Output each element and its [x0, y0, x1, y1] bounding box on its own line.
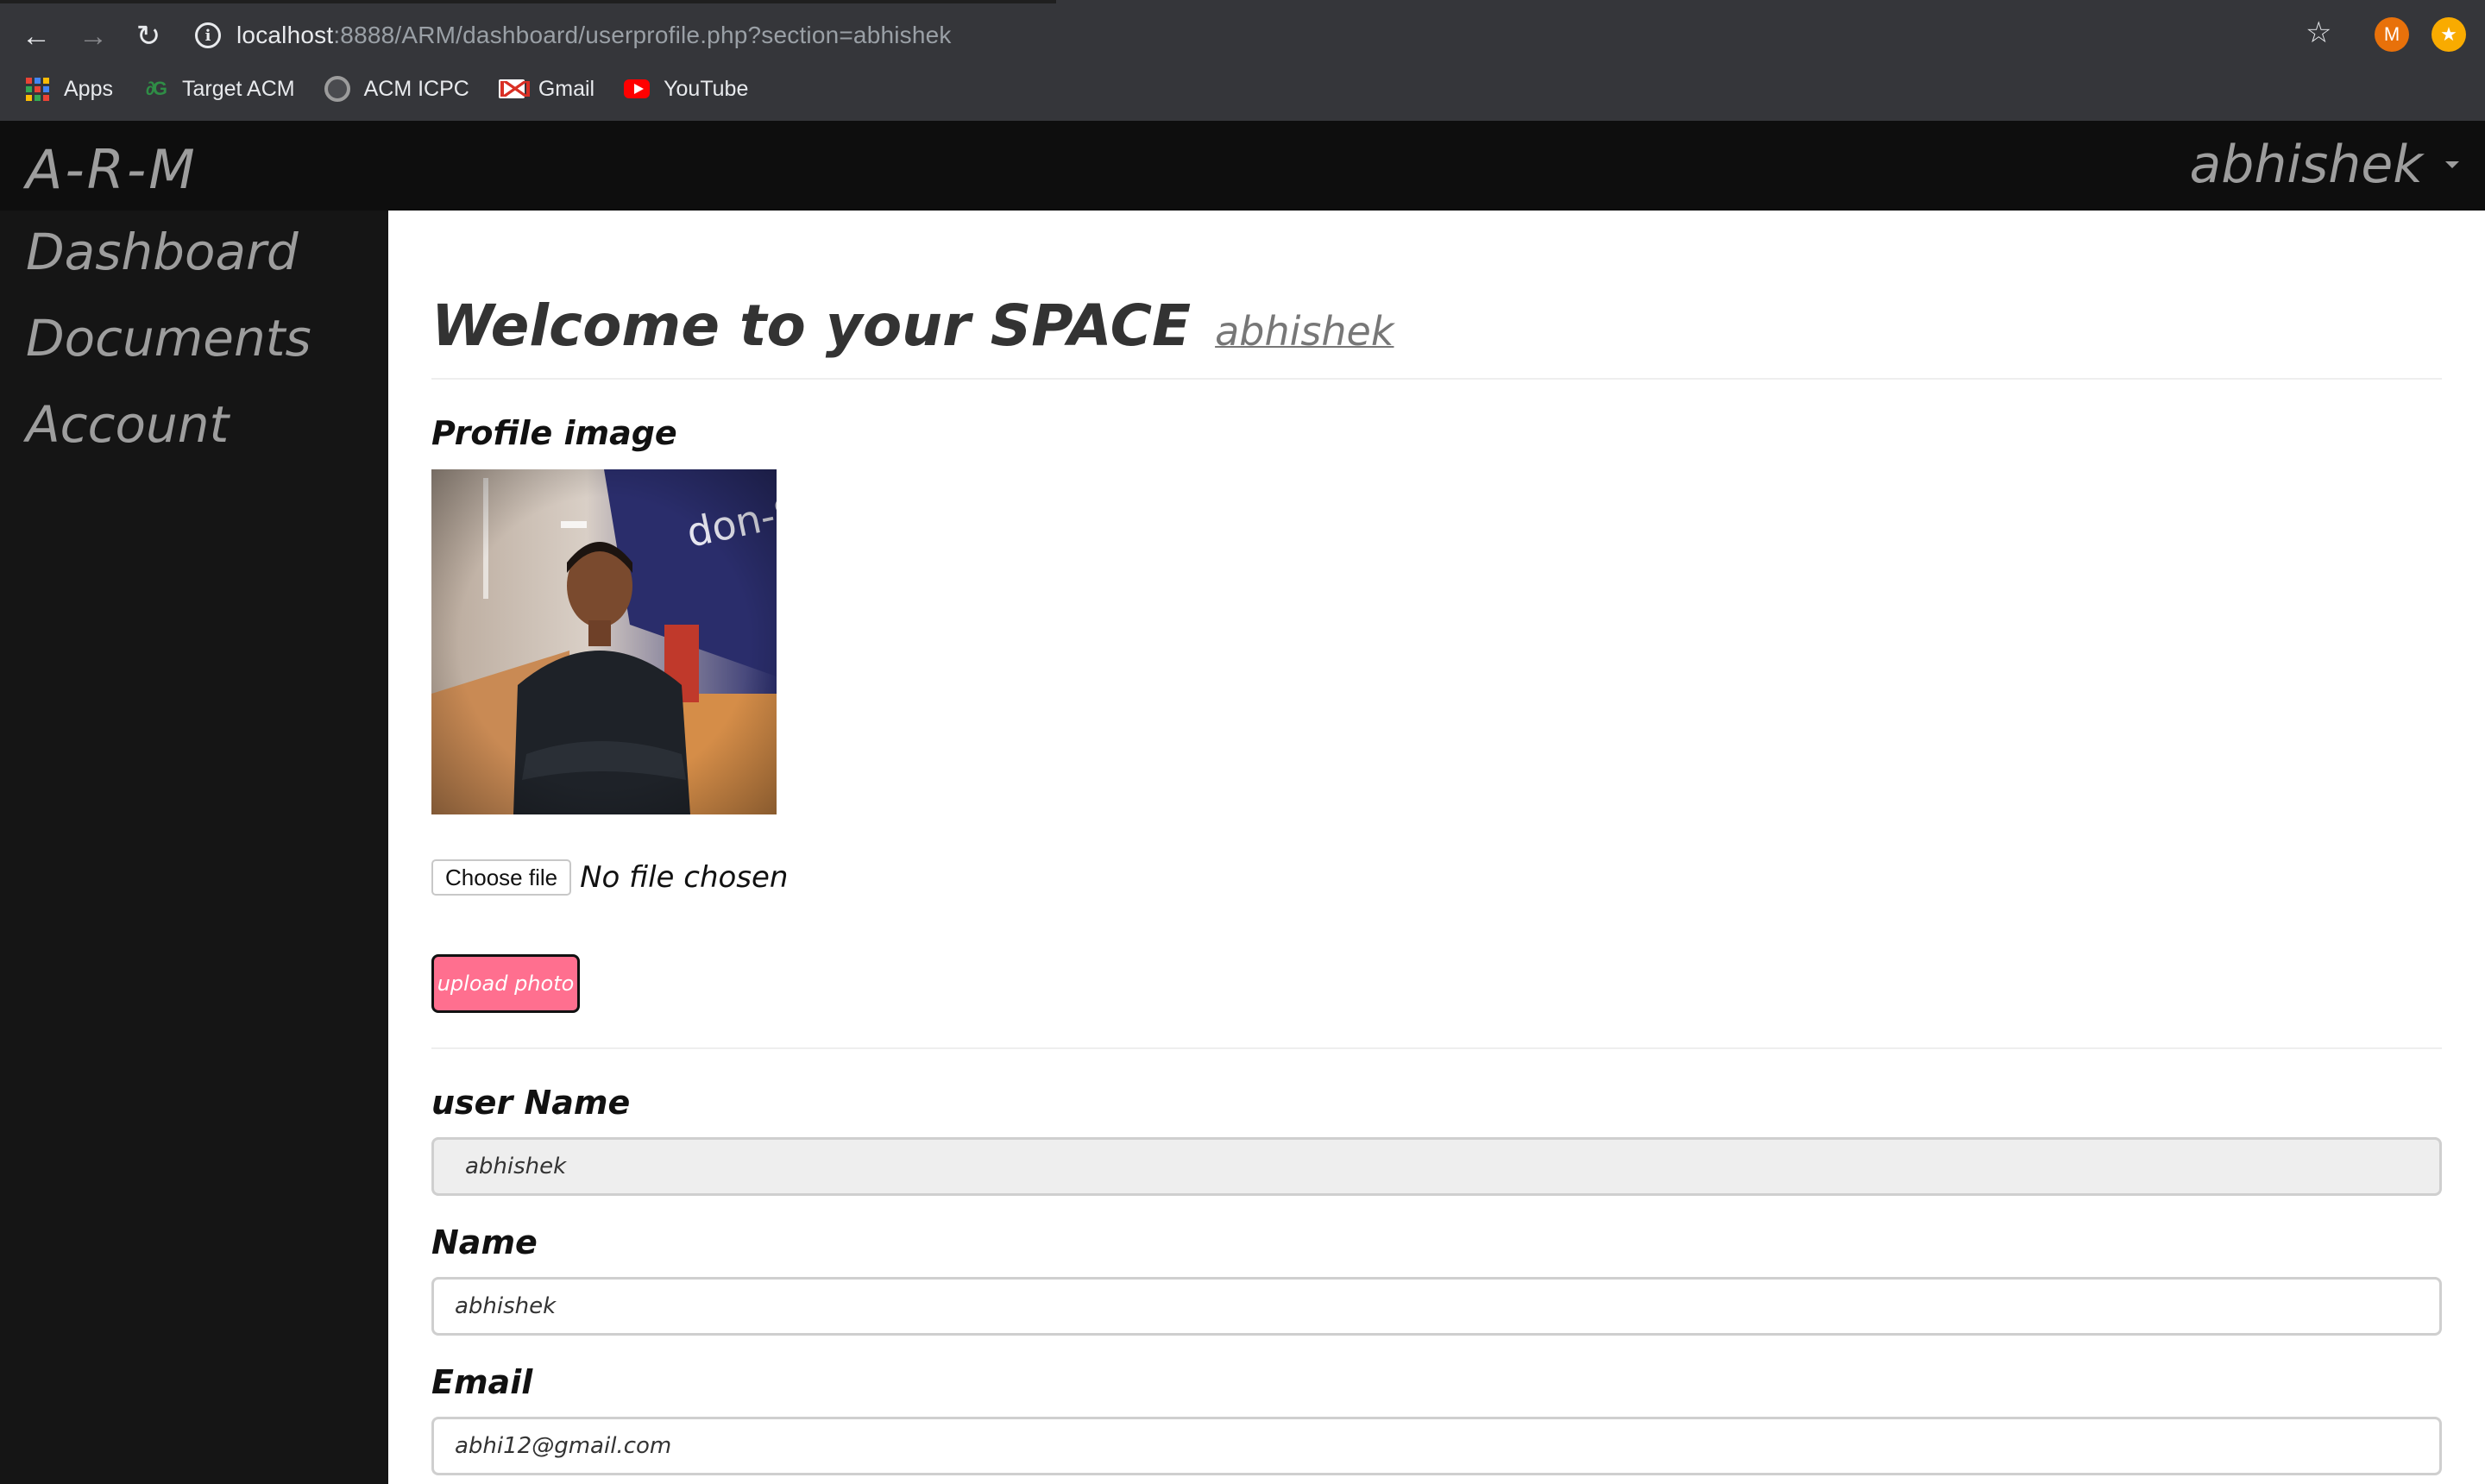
- github-icon: [324, 76, 350, 102]
- sidebar-item-account[interactable]: Account: [26, 395, 229, 454]
- sidebar-item-dashboard[interactable]: Dashboard: [26, 223, 299, 281]
- profile-avatar[interactable]: M: [2375, 17, 2409, 52]
- main-content: Welcome to your SPACE abhishek Profile i…: [388, 211, 2485, 1484]
- extension-icon[interactable]: ★: [2432, 17, 2466, 52]
- brand-logo[interactable]: A-R-M: [26, 138, 198, 201]
- upload-photo-button[interactable]: upload photo: [431, 954, 580, 1013]
- bookmark-target-acm[interactable]: ∂G Target ACM: [142, 76, 295, 102]
- youtube-icon: [624, 76, 651, 102]
- apps-grid-icon: [24, 76, 50, 102]
- user-menu-dropdown[interactable]: abhishek: [2189, 135, 2459, 195]
- email-label: Email: [431, 1363, 533, 1401]
- bookmark-acm-icpc[interactable]: ACM ICPC: [324, 76, 469, 102]
- sidebar-item-documents[interactable]: Documents: [26, 309, 311, 368]
- bookmark-gmail[interactable]: Gmail: [498, 76, 595, 102]
- info-icon[interactable]: i: [195, 22, 221, 48]
- username-field[interactable]: abhishek: [431, 1137, 2442, 1196]
- app-navbar: A-R-M abhishek: [0, 121, 2485, 211]
- bookmark-label: Apps: [64, 76, 113, 101]
- choose-file-button[interactable]: Choose file: [431, 859, 572, 896]
- bookmark-label: ACM ICPC: [363, 76, 469, 101]
- file-input-row: Choose file No file chosen: [431, 859, 788, 896]
- file-status-text: No file chosen: [580, 860, 789, 895]
- divider: [431, 1047, 2442, 1049]
- bookmark-youtube[interactable]: YouTube: [624, 76, 748, 102]
- gmail-icon: [498, 76, 530, 102]
- sidebar: Dashboard Documents Account: [0, 211, 388, 1484]
- caret-down-icon: [2445, 161, 2459, 168]
- browser-toolbar: ← → ↻ i localhost:8888/ARM/dashboard/use…: [0, 0, 2485, 121]
- email-field[interactable]: abhi12@gmail.com: [431, 1417, 2442, 1475]
- back-arrow-icon[interactable]: ←: [19, 19, 53, 53]
- bookmark-label: Gmail: [538, 76, 595, 101]
- username-label: user Name: [431, 1084, 631, 1122]
- forward-arrow-icon[interactable]: →: [76, 19, 110, 53]
- bookmark-label: YouTube: [664, 76, 749, 101]
- page-title-text: Welcome to your SPACE: [431, 292, 1192, 359]
- profile-image: don-Sna: [431, 469, 777, 814]
- geeksforgeeks-icon: ∂G: [145, 78, 167, 99]
- page-title-user: abhishek: [1215, 308, 1394, 355]
- bookmark-label: Target ACM: [181, 76, 295, 101]
- address-bar[interactable]: i localhost:8888/ARM/dashboard/userprofi…: [195, 12, 2318, 59]
- page-title: Welcome to your SPACE abhishek: [431, 292, 1394, 359]
- reload-icon[interactable]: ↻: [131, 19, 166, 53]
- name-label: Name: [431, 1223, 538, 1261]
- user-name: abhishek: [2189, 135, 2424, 195]
- bookmark-star-icon[interactable]: ☆: [2306, 16, 2331, 50]
- tab-strip-remnant: [0, 0, 1056, 3]
- name-field[interactable]: abhishek: [431, 1277, 2442, 1336]
- bookmarks-bar: Apps ∂G Target ACM ACM ICPC Gmail YouTub…: [0, 67, 2485, 110]
- divider: [431, 378, 2442, 380]
- url-text[interactable]: localhost:8888/ARM/dashboard/userprofile…: [236, 22, 952, 49]
- profile-image-label: Profile image: [431, 414, 677, 452]
- bookmark-apps[interactable]: Apps: [24, 76, 113, 102]
